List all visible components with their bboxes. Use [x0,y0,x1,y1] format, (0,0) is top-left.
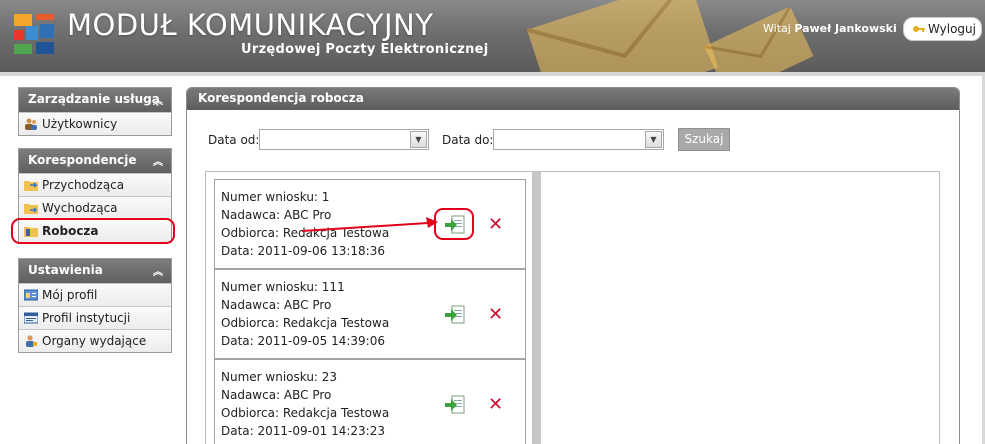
item-date: Data: 2011-09-06 13:18:36 [221,244,385,258]
sidebar-item-label: Profil instytucji [42,311,131,325]
item-number: Numer wniosku: 1 [221,190,330,204]
item-recipient: Odbiorca: Redakcja Testowa [221,406,390,420]
edit-document-icon[interactable] [444,304,466,326]
list-scrollbar[interactable] [532,171,541,444]
annotation-arrow-icon [301,217,438,232]
app-header: MODUŁ KOMUNIKACYJNY Urzędowej Poczty Ele… [0,0,985,72]
search-button[interactable]: Szukaj [678,128,730,151]
welcome-text: Witaj Paweł Jankowski [763,22,897,35]
logout-label: Wyloguj [928,22,976,36]
sidebar-item-label: Organy wydające [42,334,147,348]
folder-in-icon [24,181,38,191]
item-sender: Nadawca: ABC Pro [221,298,332,312]
app-subtitle: Urzędowej Poczty Elektronicznej [241,42,489,57]
list-item[interactable]: Numer wniosku: 111 Nadawca: ABC Pro Odbi… [214,269,526,359]
delete-x-icon[interactable]: ✕ [488,306,503,324]
sidebar-item-users[interactable]: Użytkownicy [19,112,171,135]
delete-x-icon[interactable]: ✕ [488,396,503,414]
sidebar-section-title: Zarządzanie usługą [28,92,160,106]
delete-x-icon[interactable]: ✕ [488,216,503,234]
chevron-down-icon[interactable]: ▼ [645,131,662,148]
collapse-chevron-icon[interactable]: ︽ [153,92,163,107]
sidebar-section-title: Korespondencje [28,153,137,167]
list-item[interactable]: Numer wniosku: 23 Nadawca: ABC Pro Odbio… [214,359,526,444]
logout-button[interactable]: Wyloguj [903,17,982,41]
detail-pane [541,171,940,444]
date-from-label: Data od: [208,133,260,147]
item-sender: Nadawca: ABC Pro [221,388,332,402]
sidebar-item-label: Użytkownicy [42,117,118,131]
panel-title: Korespondencja robocza [187,88,959,110]
sidebar-item-label: Wychodząca [42,201,118,215]
date-to-label: Data do: [442,133,494,147]
item-recipient: Odbiorca: Redakcja Testowa [221,316,390,330]
date-to-select[interactable]: ▼ [493,129,664,150]
collapse-chevron-icon[interactable]: ︽ [153,153,163,168]
sidebar-item-label: Przychodząca [42,178,125,192]
sidebar-item-my-profile[interactable]: Mój profil [19,283,171,306]
logo-squares-icon [12,12,56,56]
edit-document-icon[interactable] [444,394,466,416]
item-number: Numer wniosku: 111 [221,280,345,294]
date-from-select[interactable]: ▼ [259,129,429,150]
sidebar-item-issuing-authorities[interactable]: Organy wydające [19,329,171,352]
edit-button-highlight [434,208,474,240]
user-name: Paweł Jankowski [794,22,897,35]
collapse-chevron-icon[interactable]: ︽ [153,263,163,278]
chevron-down-icon[interactable]: ▼ [410,131,427,148]
app-title: MODUŁ KOMUNIKACYJNY [67,8,434,42]
envelope-decoration-small-icon [703,8,814,72]
sidebar-section-management: Zarządzanie usługą ︽ Użytkownicy [18,87,172,136]
header-divider [0,72,985,76]
id-card-icon [24,289,38,301]
sidebar-item-label: Mój profil [42,288,98,302]
active-item-highlight [11,218,175,244]
sidebar-section-header[interactable]: Zarządzanie usługą ︽ [19,88,171,112]
sidebar-item-institution-profile[interactable]: Profil instytucji [19,306,171,329]
item-number: Numer wniosku: 23 [221,370,338,384]
sidebar-section-header[interactable]: Korespondencje ︽ [19,149,171,173]
institution-card-icon [24,312,38,324]
sidebar-section-header[interactable]: Ustawienia ︽ [19,259,171,283]
sidebar-item-outgoing[interactable]: Wychodząca [19,196,171,219]
key-icon [913,26,925,32]
sidebar-section-settings: Ustawienia ︽ Mój profil Profil instytucj… [18,258,172,353]
users-icon [25,118,37,130]
welcome-prefix: Witaj [763,22,791,35]
item-date: Data: 2011-09-05 14:39:06 [221,334,385,348]
item-date: Data: 2011-09-01 14:23:23 [221,424,385,438]
sidebar-section-title: Ustawienia [28,263,103,277]
folder-out-icon [24,204,38,214]
person-icon [26,335,37,347]
sidebar-item-incoming[interactable]: Przychodząca [19,173,171,196]
